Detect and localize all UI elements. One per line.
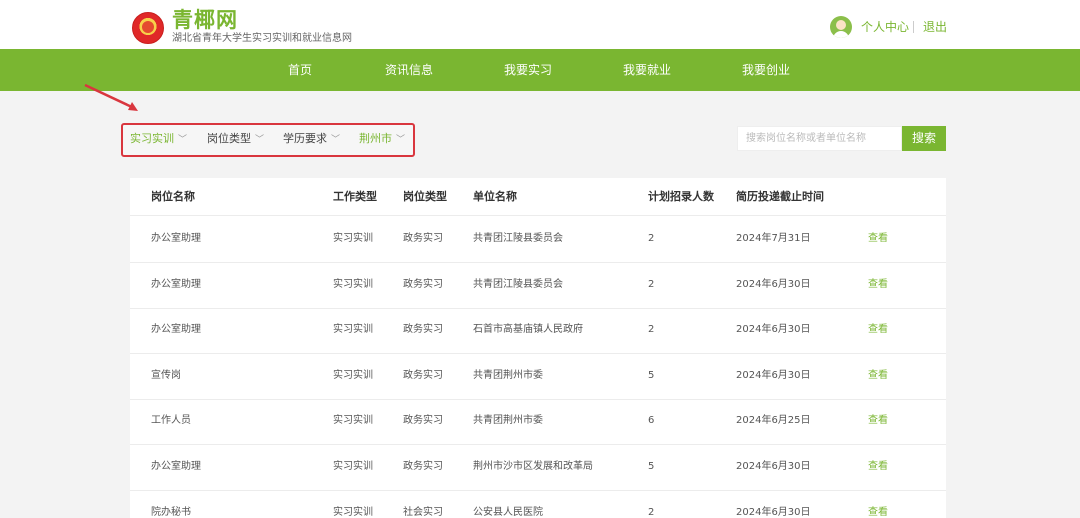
column-header-position-type: 岗位类型 [403, 190, 447, 203]
cell-position-type: 政务实习 [403, 415, 443, 426]
cell-headcount: 2 [648, 279, 655, 290]
main-nav: 首页 资讯信息 我要实习 我要就业 我要创业 [0, 49, 1080, 91]
cell-deadline: 2024年6月30日 [736, 324, 811, 335]
row-divider [130, 444, 946, 445]
logout-link[interactable]: 退出 [923, 19, 947, 35]
chevron-down-icon: ﹀ [331, 135, 341, 145]
cell-organization: 共青团荆州市委 [473, 370, 543, 381]
view-link[interactable]: 查看 [868, 506, 888, 518]
filter-position-type[interactable]: 岗位类型 ﹀ [207, 131, 264, 148]
row-divider [130, 490, 946, 491]
nav-item-entrepreneurship[interactable]: 我要创业 [742, 62, 790, 78]
cell-position-type: 政务实习 [403, 233, 443, 244]
filter-work-type-label: 实习实训 [130, 132, 174, 145]
cell-organization: 石首市高基庙镇人民政府 [473, 324, 583, 335]
cell-position-type: 政务实习 [403, 324, 443, 335]
column-header-organization: 单位名称 [473, 190, 517, 203]
cell-position-name: 工作人员 [151, 415, 191, 426]
view-link[interactable]: 查看 [868, 232, 888, 246]
site-title[interactable]: 青椰网 [172, 8, 238, 32]
column-header-headcount: 计划招录人数 [648, 190, 714, 203]
search-input[interactable] [737, 126, 902, 151]
cell-position-name: 办公室助理 [151, 324, 201, 335]
filter-city-label: 荆州市 [359, 132, 392, 145]
cell-deadline: 2024年6月30日 [736, 370, 811, 381]
view-link[interactable]: 查看 [868, 278, 888, 292]
row-divider [130, 353, 946, 354]
cell-position-name: 办公室助理 [151, 279, 201, 290]
cell-deadline: 2024年6月25日 [736, 415, 811, 426]
cell-organization: 共青团江陵县委员会 [473, 233, 563, 244]
cell-position-type: 政务实习 [403, 370, 443, 381]
cell-headcount: 2 [648, 233, 655, 244]
nav-item-employment[interactable]: 我要就业 [623, 62, 671, 78]
column-header-position-name: 岗位名称 [151, 190, 195, 203]
cell-organization: 共青团荆州市委 [473, 415, 543, 426]
row-divider [130, 399, 946, 400]
column-header-deadline: 简历投递截止时间 [736, 190, 824, 203]
chevron-down-icon: ﹀ [396, 135, 406, 145]
cell-work-type: 实习实训 [333, 507, 373, 518]
cell-deadline: 2024年6月30日 [736, 507, 811, 518]
nav-item-home[interactable]: 首页 [288, 62, 312, 78]
column-header-work-type: 工作类型 [333, 190, 377, 203]
user-center-link[interactable]: 个人中心 [861, 19, 909, 35]
filter-position-type-label: 岗位类型 [207, 132, 251, 145]
view-link[interactable]: 查看 [868, 460, 888, 474]
row-divider [130, 308, 946, 309]
nav-item-news[interactable]: 资讯信息 [385, 62, 433, 78]
cell-organization: 公安县人民医院 [473, 507, 543, 518]
filter-education[interactable]: 学历要求 ﹀ [283, 131, 340, 148]
cell-headcount: 2 [648, 507, 655, 518]
cell-work-type: 实习实训 [333, 279, 373, 290]
cell-headcount: 2 [648, 324, 655, 335]
cell-headcount: 5 [648, 461, 655, 472]
annotation-arrow-icon [84, 84, 138, 111]
cell-headcount: 5 [648, 370, 655, 381]
top-header: 青椰网 湖北省青年大学生实习实训和就业信息网 个人中心 退出 [0, 0, 1080, 49]
cell-headcount: 6 [648, 415, 655, 426]
cell-work-type: 实习实训 [333, 415, 373, 426]
cell-work-type: 实习实训 [333, 461, 373, 472]
filter-city[interactable]: 荆州市 ﹀ [359, 131, 405, 148]
nav-item-internship[interactable]: 我要实习 [504, 62, 552, 78]
cell-organization: 荆州市沙市区发展和改革局 [473, 461, 593, 472]
filter-education-label: 学历要求 [283, 132, 327, 145]
view-link[interactable]: 查看 [868, 369, 888, 383]
cell-position-type: 政务实习 [403, 461, 443, 472]
search-button[interactable]: 搜索 [902, 126, 946, 151]
table-header-divider [130, 215, 946, 216]
site-subtitle: 湖北省青年大学生实习实训和就业信息网 [172, 33, 352, 44]
row-divider [130, 262, 946, 263]
cell-position-name: 办公室助理 [151, 233, 201, 244]
cell-work-type: 实习实训 [333, 370, 373, 381]
header-divider [913, 21, 914, 33]
cell-position-type: 政务实习 [403, 279, 443, 290]
cell-position-type: 社会实习 [403, 507, 443, 518]
cell-position-name: 院办秘书 [151, 507, 191, 518]
chevron-down-icon: ﹀ [255, 135, 265, 145]
user-avatar-icon[interactable] [830, 16, 852, 38]
cell-position-name: 办公室助理 [151, 461, 201, 472]
cell-deadline: 2024年6月30日 [736, 461, 811, 472]
view-link[interactable]: 查看 [868, 323, 888, 337]
cell-position-name: 宣传岗 [151, 370, 181, 381]
view-link[interactable]: 查看 [868, 414, 888, 428]
cell-work-type: 实习实训 [333, 324, 373, 335]
cell-work-type: 实习实训 [333, 233, 373, 244]
cell-deadline: 2024年6月30日 [736, 279, 811, 290]
cell-organization: 共青团江陵县委员会 [473, 279, 563, 290]
youth-league-emblem-icon[interactable] [132, 12, 164, 44]
chevron-down-icon: ﹀ [178, 135, 188, 145]
filter-work-type[interactable]: 实习实训 ﹀ [130, 131, 187, 148]
cell-deadline: 2024年7月31日 [736, 233, 811, 244]
